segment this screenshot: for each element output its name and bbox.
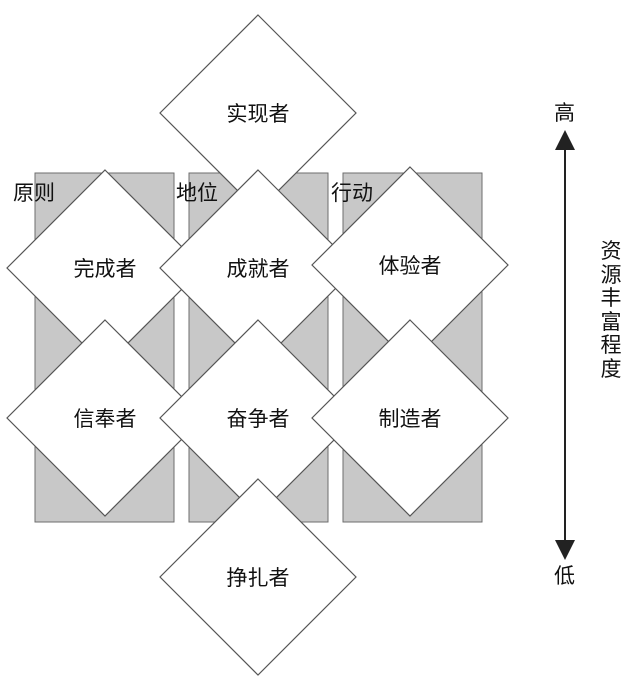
diamond-label-actualizer: 实现者 [227, 102, 290, 126]
segment-diamonds: 实现者完成者 成就者 体验者信奉者 奋争者 制造者挣扎者 [6, 14, 509, 676]
diamond-label-experiencer: 体验者 [379, 254, 442, 278]
diamond-label-struggler: 挣扎者 [227, 566, 290, 590]
vals-framework-diagram: 实现者完成者 成就者 体验者信奉者 奋争者 制造者挣扎者 原则 地位 行动 高 低 资源… [0, 0, 633, 678]
resource-low-label: 低 [554, 564, 575, 588]
column-label-principle: 原则 [13, 181, 55, 205]
diagram-canvas: 实现者完成者 成就者 体验者信奉者 奋争者 制造者挣扎者 [6, 14, 575, 676]
diamond-label-striver: 奋争者 [227, 407, 290, 431]
diamond-label-achiever: 成就者 [227, 257, 290, 281]
column-label-action: 行动 [331, 181, 373, 205]
diamond-label-believer: 信奉者 [74, 407, 137, 431]
resource-high-label: 高 [554, 101, 575, 125]
resource-scale-title: 资源丰富程度 [600, 239, 622, 381]
column-label-status: 地位 [176, 181, 218, 205]
diamond-label-maker: 制造者 [379, 407, 442, 431]
diamond-label-fulfilled: 完成者 [74, 257, 137, 281]
